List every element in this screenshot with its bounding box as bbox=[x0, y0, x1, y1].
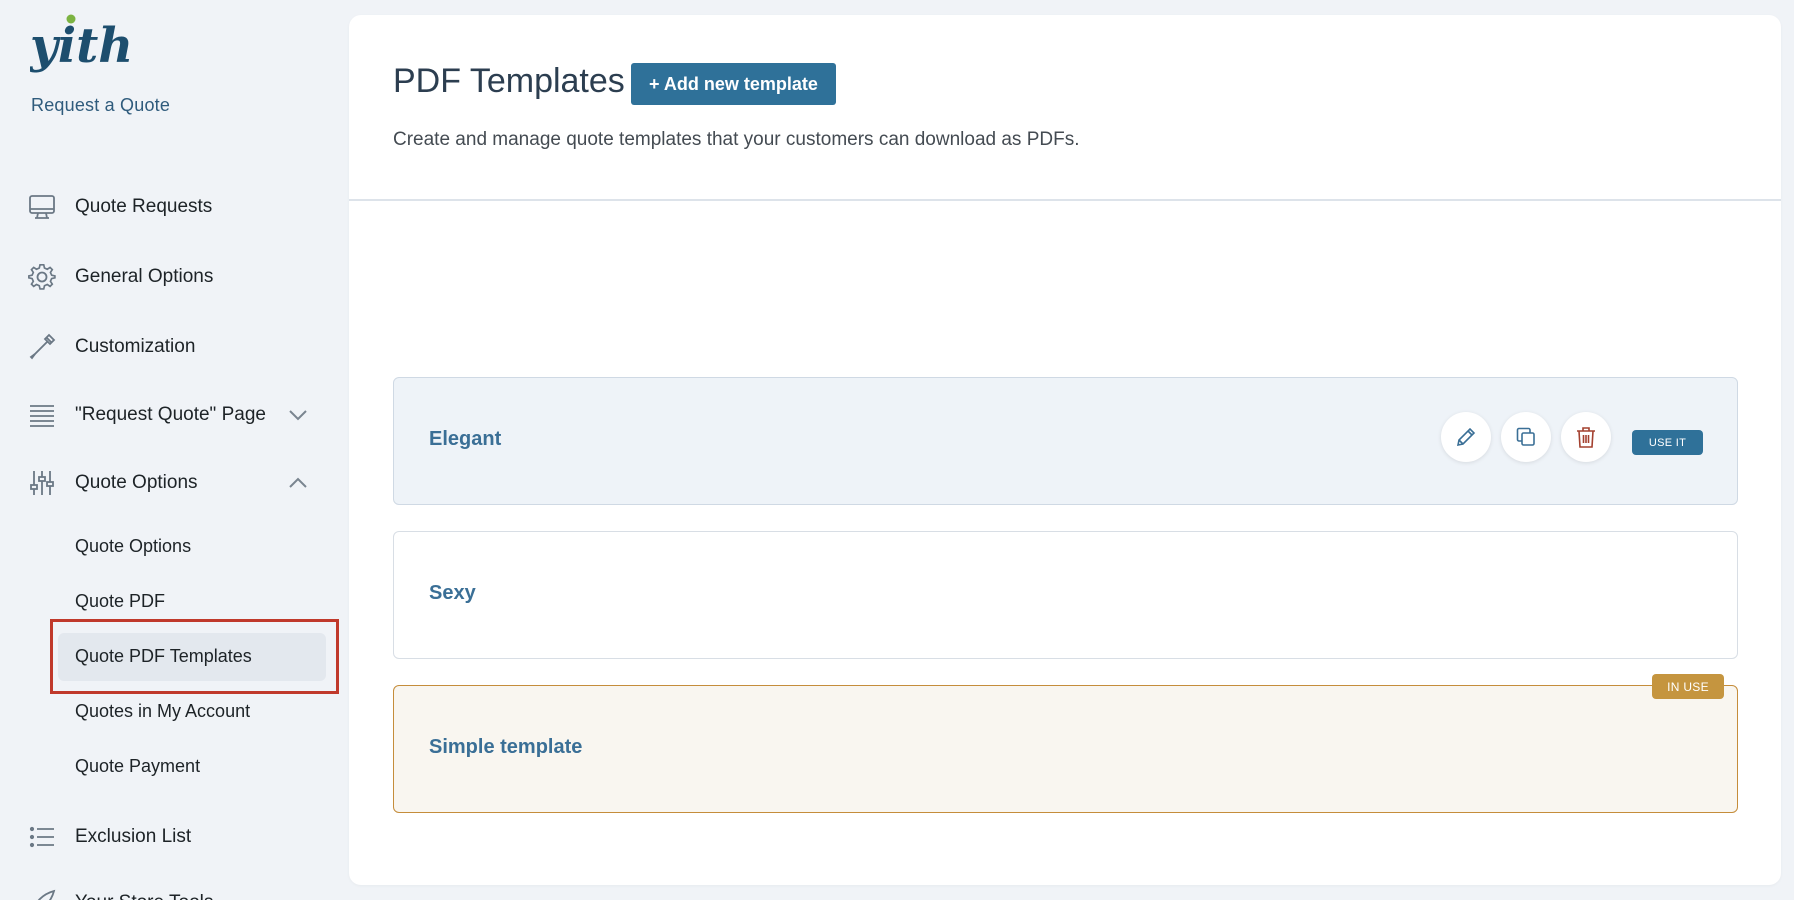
sidebar-item-label: Your Store Tools bbox=[75, 892, 213, 900]
page-title: PDF Templates bbox=[393, 62, 625, 100]
use-template-button[interactable]: USE IT bbox=[1632, 430, 1703, 455]
sidebar-item-customization[interactable]: Customization bbox=[0, 323, 348, 371]
sidebar-item-request-quote-page[interactable]: "Request Quote" Page bbox=[0, 391, 348, 439]
sidebar-item-label: Exclusion List bbox=[75, 826, 192, 847]
sidebar-item-label: General Options bbox=[75, 266, 214, 287]
sidebar-item-exclusion-list[interactable]: Exclusion List bbox=[0, 813, 348, 861]
main-panel: PDF Templates + Add new template Create … bbox=[349, 15, 1781, 885]
gear-icon bbox=[26, 261, 58, 293]
template-card-simple-template[interactable]: Simple template IN USE bbox=[393, 674, 1738, 813]
sidebar-item-label: "Request Quote" Page bbox=[75, 404, 266, 425]
sidebar-subitem-label: Quote Payment bbox=[75, 756, 201, 776]
duplicate-button[interactable] bbox=[1501, 412, 1551, 462]
sidebar-item-label: Quote Options bbox=[75, 472, 198, 493]
page-lines-icon bbox=[26, 399, 58, 431]
sidebar-item-label: Customization bbox=[75, 336, 196, 357]
edit-button[interactable] bbox=[1441, 412, 1491, 462]
in-use-badge: IN USE bbox=[1652, 674, 1724, 699]
svg-text:yith: yith bbox=[30, 18, 130, 74]
edit-icon bbox=[1456, 427, 1476, 447]
template-name[interactable]: Simple template bbox=[429, 736, 582, 759]
sidebar-subitem-label: Quotes in My Account bbox=[75, 701, 251, 721]
sidebar-subitem-label: Quote PDF bbox=[75, 591, 166, 611]
template-card-sexy[interactable]: Sexy bbox=[393, 531, 1738, 659]
plugin-subtitle: Request a Quote bbox=[31, 95, 171, 115]
sidebar-subitem-quote-pdf-templates[interactable]: Quote PDF Templates bbox=[58, 633, 326, 681]
sidebar-item-quote-options[interactable]: Quote Options bbox=[0, 459, 348, 507]
sidebar-subitem-label: Quote Options bbox=[75, 536, 192, 556]
sidebar-item-general-options[interactable]: General Options bbox=[0, 253, 348, 301]
add-new-template-button[interactable]: + Add new template bbox=[631, 63, 836, 105]
template-name[interactable]: Sexy bbox=[429, 582, 476, 605]
chevron-up-icon[interactable] bbox=[286, 473, 310, 493]
template-name[interactable]: Elegant bbox=[429, 428, 501, 451]
chevron-down-icon[interactable] bbox=[286, 405, 310, 425]
sidebar-item-quote-requests[interactable]: Quote Requests bbox=[0, 183, 348, 231]
sidebar-item-store-tools[interactable]: Your Store Tools bbox=[0, 879, 348, 900]
rocket-icon bbox=[26, 887, 58, 900]
page-description: Create and manage quote templates that y… bbox=[393, 129, 1080, 150]
monitor-icon bbox=[26, 191, 58, 223]
sidebar-subitem-label: Quote PDF Templates bbox=[75, 646, 252, 666]
yith-logo[interactable]: yith bbox=[29, 10, 133, 82]
page-header: PDF Templates + Add new template Create … bbox=[349, 15, 1781, 201]
sidebar-subitem-quote-pdf[interactable]: Quote PDF bbox=[58, 578, 326, 626]
sidebar-subitem-quote-options[interactable]: Quote Options bbox=[58, 523, 326, 571]
sliders-icon bbox=[26, 467, 58, 499]
sidebar-item-label: Quote Requests bbox=[75, 196, 213, 217]
sidebar: yith Request a Quote Quote Requests Gene… bbox=[0, 0, 348, 900]
duplicate-icon bbox=[1516, 427, 1535, 446]
template-card-elegant[interactable]: Elegant USE IT bbox=[393, 377, 1738, 505]
eyedropper-icon bbox=[26, 331, 58, 363]
list-icon bbox=[26, 821, 58, 853]
delete-button[interactable] bbox=[1561, 412, 1611, 462]
sidebar-subitem-quotes-in-my-account[interactable]: Quotes in My Account bbox=[58, 688, 326, 736]
sidebar-subitem-quote-payment[interactable]: Quote Payment bbox=[58, 743, 326, 791]
trash-icon bbox=[1577, 427, 1595, 448]
